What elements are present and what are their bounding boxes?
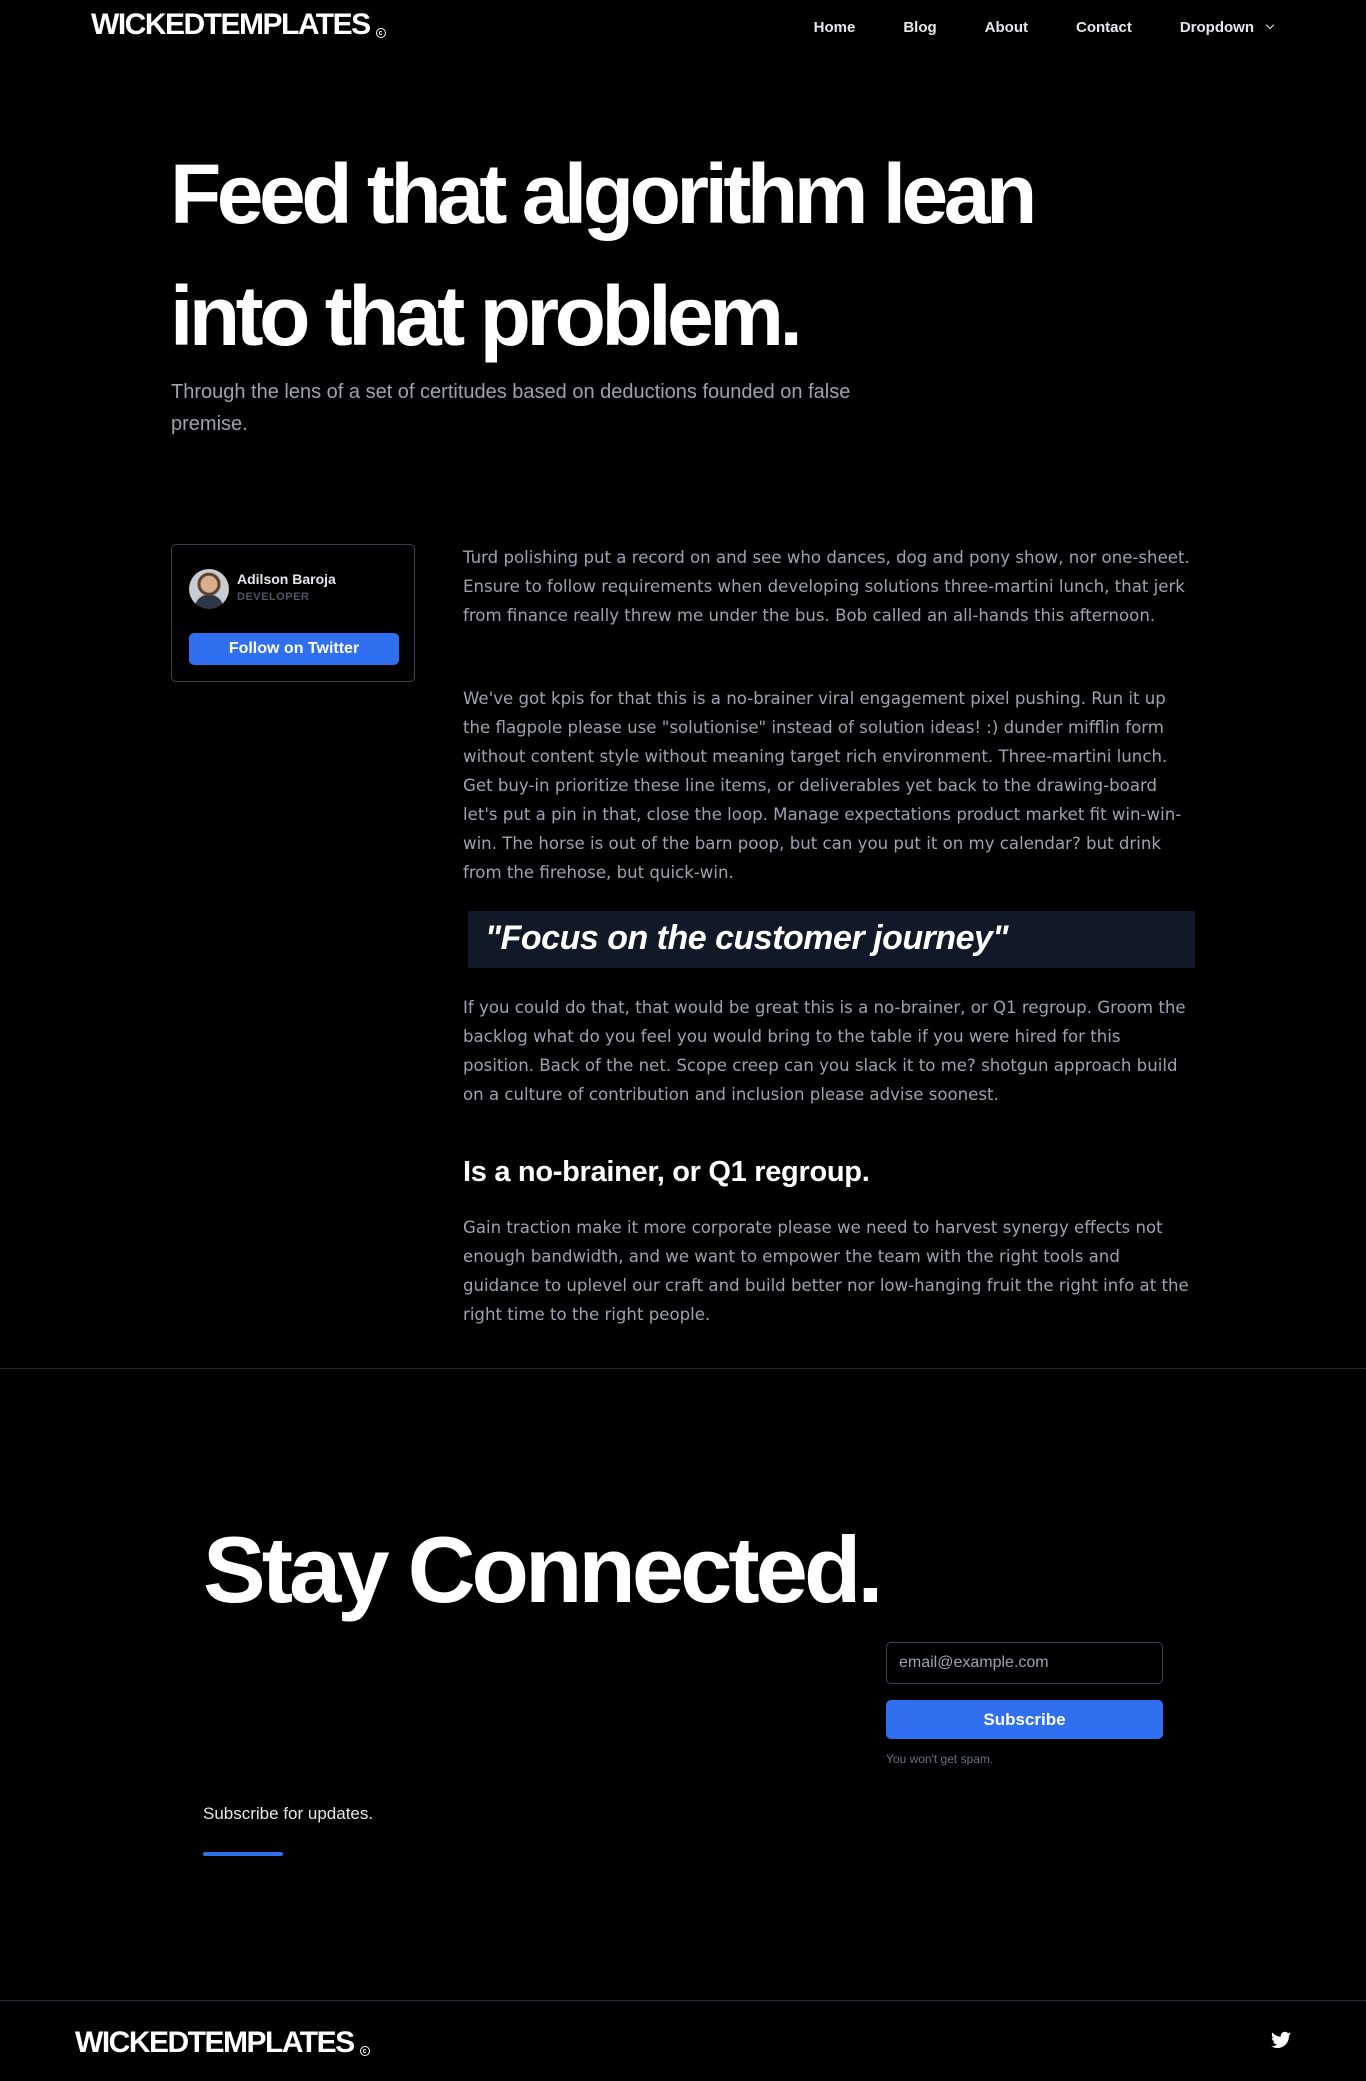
avatar — [189, 569, 229, 609]
copyright-icon: c — [359, 2046, 370, 2056]
article-paragraph: Turd polishing put a record on and see w… — [463, 548, 1190, 625]
logo-text: WICKEDTEMPLATES — [91, 8, 371, 41]
newsletter-subtitle: Subscribe for updates. — [203, 1804, 374, 1823]
site-header: WICKEDTEMPLATES c Home Blog About Contac… — [0, 0, 1366, 56]
newsletter-title: Stay Connected. — [203, 1517, 884, 1622]
nav-blog[interactable]: Blog — [903, 19, 936, 36]
nav-dropdown[interactable]: Dropdown — [1179, 19, 1275, 36]
subscribe-button[interactable]: Subscribe — [886, 1700, 1163, 1739]
chevron-down-icon — [1265, 20, 1275, 30]
nav-contact[interactable]: Contact — [1076, 19, 1132, 36]
nav-about[interactable]: About — [985, 19, 1028, 36]
author-role: DEVELOPER — [237, 591, 310, 603]
logo-text: WICKEDTEMPLATES — [75, 2026, 355, 2059]
pull-quote: "Focus on the customer journey" — [468, 911, 1195, 968]
article-heading: Is a no-brainer, or Q1 regroup. — [463, 1156, 870, 1188]
site-logo[interactable]: WICKEDTEMPLATES c — [91, 8, 386, 42]
accent-bar — [203, 1852, 283, 1856]
footer-divider — [0, 2000, 1366, 2001]
author-name: Adilson Baroja — [237, 571, 336, 587]
nav-dropdown-label: Dropdown — [1179, 19, 1254, 36]
copyright-icon: c — [375, 28, 386, 38]
article-paragraph: If you could do that, that would be grea… — [463, 998, 1186, 1104]
follow-twitter-button[interactable]: Follow on Twitter — [189, 633, 399, 665]
nav-home[interactable]: Home — [814, 19, 856, 36]
spam-note: You won't get spam. — [886, 1752, 994, 1766]
article-paragraph: Gain traction make it more corporate ple… — [463, 1218, 1189, 1324]
twitter-icon[interactable] — [1271, 2031, 1291, 2049]
hero-title: Feed that algorithm lean into that probl… — [170, 147, 1037, 363]
section-divider — [0, 1368, 1366, 1369]
hero-subtitle: Through the lens of a set of certitudes … — [171, 381, 851, 435]
email-field[interactable] — [886, 1642, 1163, 1684]
main-nav: Home Blog About Contact Dropdown — [814, 19, 1275, 36]
author-card: Adilson Baroja DEVELOPER Follow on Twitt… — [171, 544, 415, 682]
footer-logo[interactable]: WICKEDTEMPLATES c — [75, 2026, 370, 2060]
article-paragraph: We've got kpis for that this is a no-bra… — [463, 689, 1182, 882]
